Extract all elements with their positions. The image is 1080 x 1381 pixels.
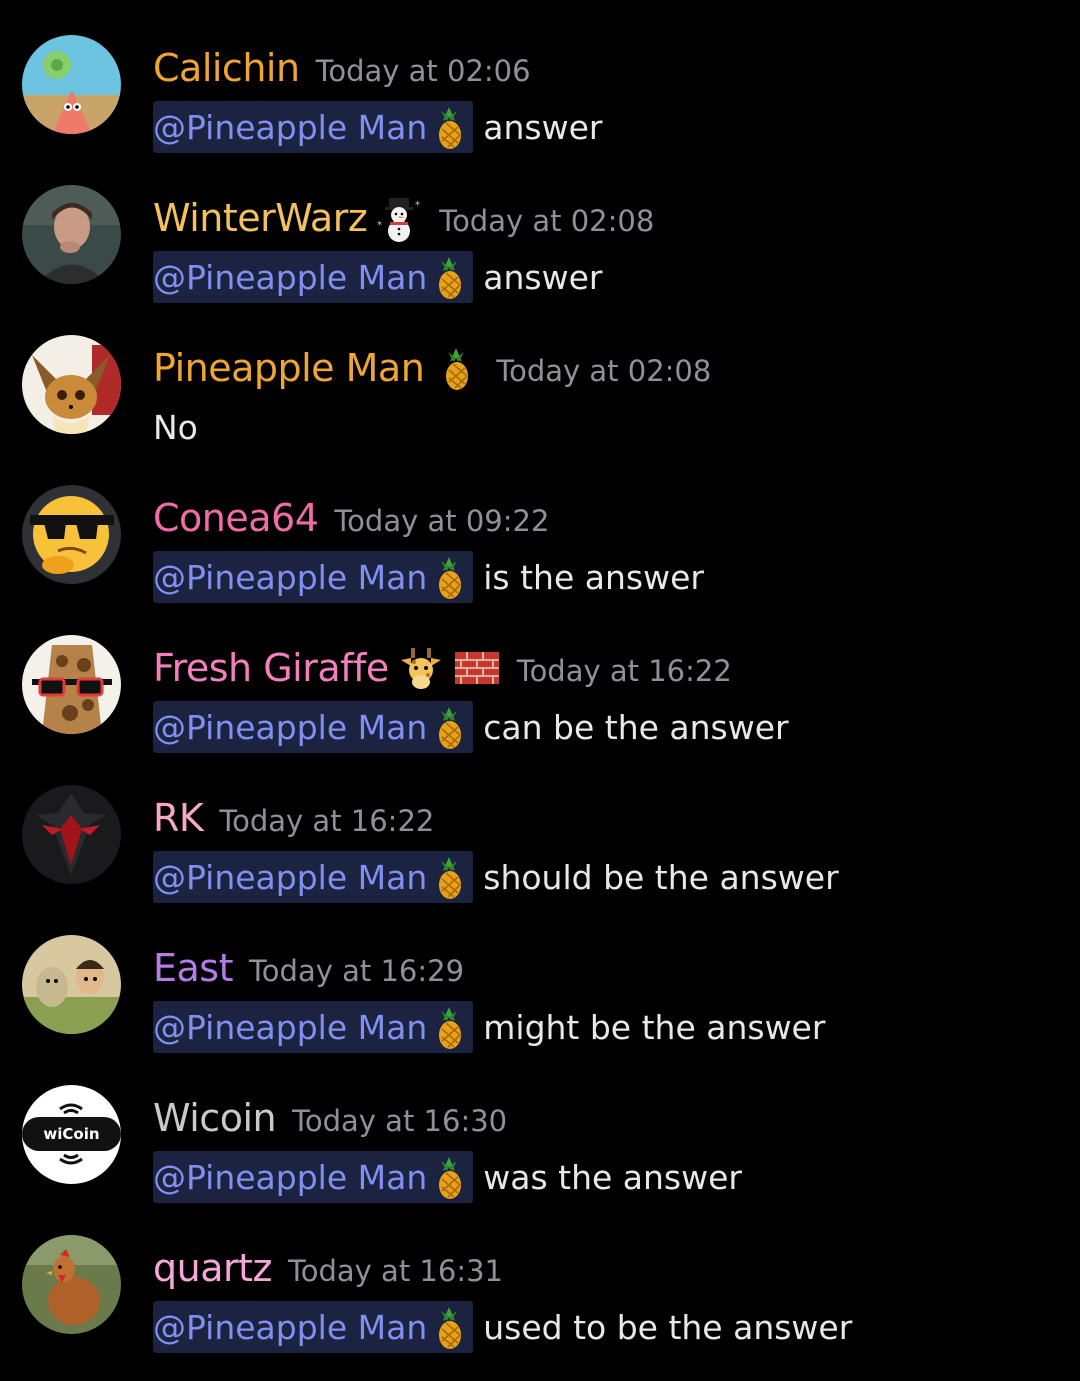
svg-text:*: * (377, 220, 382, 231)
message-item: Calichin Today at 02:06 @Pineapple Man a… (0, 0, 1080, 153)
message-item: East Today at 16:29 @Pineapple Man might… (0, 900, 1080, 1053)
message-timestamp: Today at 16:30 (292, 1104, 508, 1138)
message-text: should be the answer (483, 857, 839, 897)
pineapple-icon (429, 553, 469, 601)
user-mention[interactable]: @Pineapple Man (153, 101, 474, 153)
starfish-cartoon-avatar (22, 35, 121, 134)
brick-icon (453, 644, 501, 692)
mention-label: @Pineapple Man (153, 857, 428, 897)
person-photo-avatar (22, 185, 121, 284)
message-item: Fresh Giraffe Today at 16:22 @Pineapple … (0, 600, 1080, 753)
message-text: was the answer (483, 1157, 742, 1197)
message-item: wiCoin Wicoin Today at 16:30 @Pineapple … (0, 1050, 1080, 1203)
message-text: might be the answer (483, 1007, 826, 1047)
user-mention[interactable]: @Pineapple Man (153, 851, 474, 903)
pineapple-icon (429, 1003, 469, 1051)
pineapple-icon (429, 1303, 469, 1351)
mention-label: @Pineapple Man (153, 107, 428, 147)
chicken-photo-avatar (22, 1235, 121, 1334)
fox-creature-avatar (22, 335, 121, 434)
message-text: No (153, 407, 198, 447)
message-item: RK Today at 16:22 @Pineapple Man should … (0, 750, 1080, 903)
message-item: WinterWarz * * Today at 02:08 @Pineapple … (0, 150, 1080, 303)
pineapple-icon (429, 1153, 469, 1201)
user-mention[interactable]: @Pineapple Man (153, 1151, 474, 1203)
message-timestamp: Today at 16:31 (287, 1254, 503, 1288)
dark-red-emblem-avatar (22, 785, 121, 884)
message-timestamp: Today at 16:22 (219, 804, 435, 838)
user-avatar[interactable] (22, 635, 121, 734)
message-text: is the answer (483, 557, 704, 597)
pineapple-icon (429, 853, 469, 901)
user-mention[interactable]: @Pineapple Man (153, 1301, 474, 1353)
username[interactable]: Pineapple Man (153, 346, 425, 390)
snowman-icon: * * (375, 194, 423, 242)
mention-label: @Pineapple Man (153, 707, 428, 747)
username[interactable]: East (153, 946, 234, 990)
username[interactable]: Calichin (153, 46, 300, 90)
giraffe-icon (397, 644, 445, 692)
message-timestamp: Today at 16:22 (516, 654, 732, 688)
user-mention[interactable]: @Pineapple Man (153, 1001, 474, 1053)
mention-label: @Pineapple Man (153, 1157, 428, 1197)
message-timestamp: Today at 09:22 (334, 504, 550, 538)
svg-text:wiCoin: wiCoin (43, 1125, 99, 1143)
message-timestamp: Today at 02:06 (315, 54, 531, 88)
message-text: can be the answer (483, 707, 789, 747)
message-item: Pineapple Man Today at 02:08 No (0, 300, 1080, 450)
pineapple-icon (432, 344, 480, 392)
message-text: answer (483, 257, 603, 297)
user-avatar[interactable] (22, 35, 121, 134)
pineapple-icon (429, 703, 469, 751)
mention-label: @Pineapple Man (153, 257, 428, 297)
message-item: Conea64 Today at 09:22 @Pineapple Man is… (0, 450, 1080, 603)
message-timestamp: Today at 02:08 (439, 204, 655, 238)
message-item: quartz Today at 16:31 @Pineapple Man use… (0, 1200, 1080, 1353)
user-avatar[interactable] (22, 785, 121, 884)
message-timestamp: Today at 16:29 (249, 954, 465, 988)
user-mention[interactable]: @Pineapple Man (153, 701, 474, 753)
mention-label: @Pineapple Man (153, 1007, 428, 1047)
message-text: used to be the answer (483, 1307, 853, 1347)
user-mention[interactable]: @Pineapple Man (153, 251, 474, 303)
giraffe-sunglasses-avatar (22, 635, 121, 734)
user-avatar[interactable] (22, 935, 121, 1034)
pineapple-icon (429, 103, 469, 151)
username[interactable]: Conea64 (153, 496, 319, 540)
username[interactable]: WinterWarz (153, 196, 368, 240)
message-text: answer (483, 107, 603, 147)
user-avatar[interactable] (22, 185, 121, 284)
user-avatar[interactable]: wiCoin (22, 1085, 121, 1184)
wicoin-logo-avatar: wiCoin (22, 1085, 121, 1184)
chat-message-list: Calichin Today at 02:06 @Pineapple Man a… (0, 0, 1080, 1381)
username[interactable]: Wicoin (153, 1096, 277, 1140)
user-avatar[interactable] (22, 335, 121, 434)
message-timestamp: Today at 02:08 (496, 354, 712, 388)
username[interactable]: quartz (153, 1246, 272, 1290)
username[interactable]: RK (153, 796, 204, 840)
mention-label: @Pineapple Man (153, 557, 428, 597)
cartoon-characters-avatar (22, 935, 121, 1034)
svg-text:*: * (415, 200, 420, 211)
user-mention[interactable]: @Pineapple Man (153, 551, 474, 603)
username[interactable]: Fresh Giraffe (153, 646, 389, 690)
user-avatar[interactable] (22, 1235, 121, 1334)
user-avatar[interactable] (22, 485, 121, 584)
pineapple-icon (429, 253, 469, 301)
thinking-sunglasses-emoji-avatar (22, 485, 121, 584)
mention-label: @Pineapple Man (153, 1307, 428, 1347)
